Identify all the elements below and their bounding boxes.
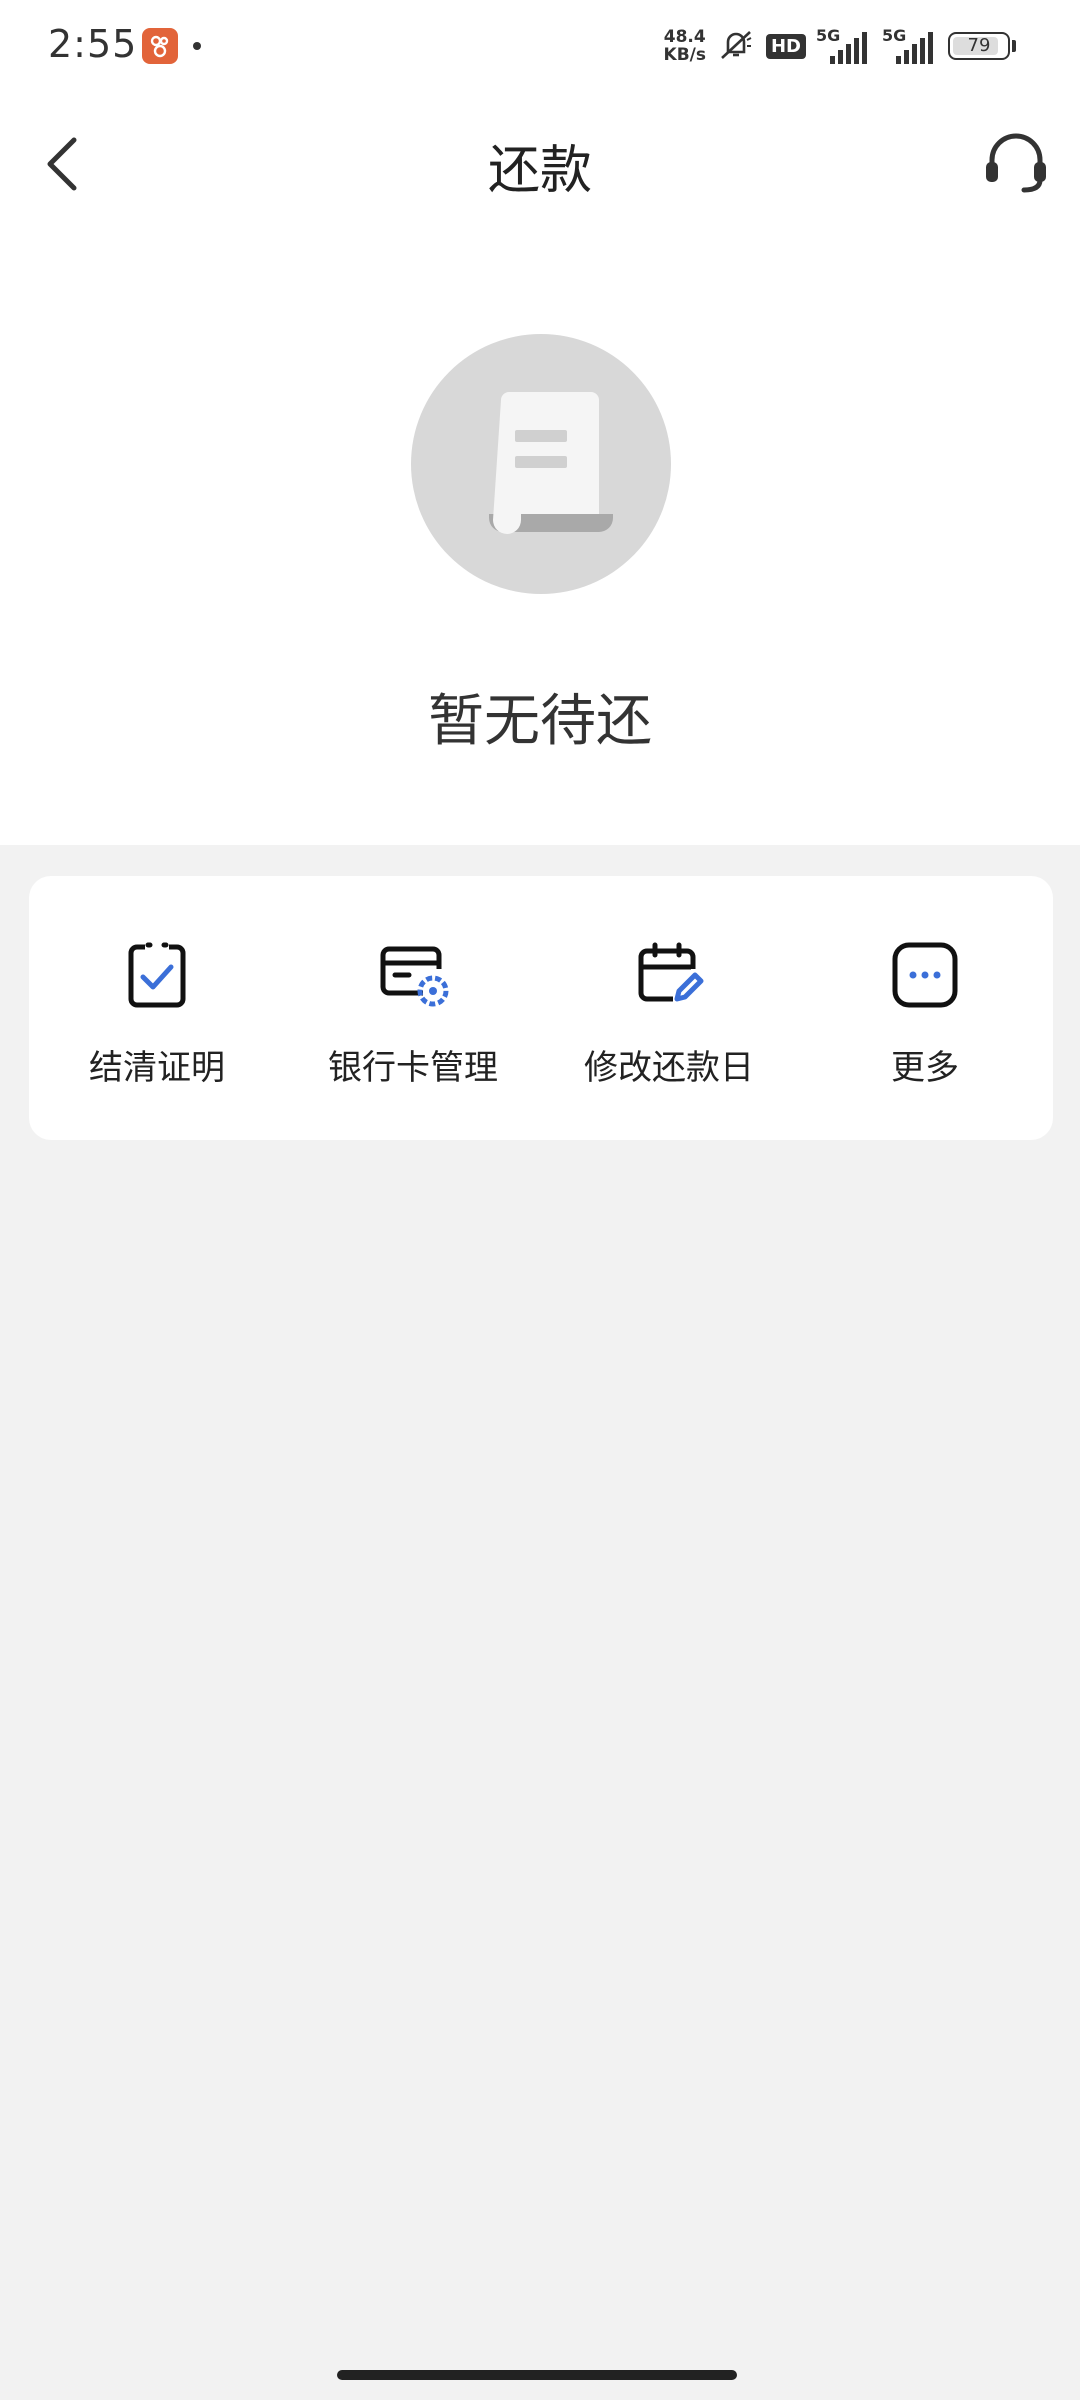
calendar-edit-icon [638, 942, 704, 1002]
mute-icon [716, 24, 756, 68]
status-dot [193, 42, 201, 50]
card-settings-icon [380, 946, 449, 1007]
net-speed-unit: KB/s [663, 45, 706, 65]
headset-icon [986, 133, 1046, 193]
clipboard-check-icon [128, 942, 186, 1008]
battery-tip [1012, 40, 1016, 52]
hd-badge: HD [765, 33, 806, 59]
home-indicator[interactable] [337, 2370, 737, 2380]
settlement-certificate-button[interactable]: 结清证明 [29, 876, 285, 1140]
action-label: 更多 [891, 1048, 959, 1088]
net-speed-value: 48.4 [663, 27, 706, 47]
action-label: 结清证明 [89, 1048, 225, 1088]
change-repayment-date-button[interactable]: 修改还款日 [541, 876, 797, 1140]
action-label: 银行卡管理 [328, 1048, 498, 1088]
status-bar: 2:55 48.4 KB/s HD 5G 5G 79 [0, 0, 1080, 96]
repayment-screen: 2:55 48.4 KB/s HD 5G 5G 79 还款 暂无待还 结清证明 … [0, 0, 1080, 2400]
empty-state-text: 暂无待还 [428, 689, 652, 754]
quick-actions-card: 结清证明 银行卡管理 修改还款日 更多 [29, 876, 1053, 1140]
document-icon [489, 392, 613, 534]
status-indicators: 48.4 KB/s HD 5G 5G 79 [664, 24, 1016, 68]
empty-state: 暂无待还 [0, 228, 1080, 845]
empty-illustration [411, 334, 671, 594]
battery-icon: 79 [948, 32, 1010, 60]
header: 还款 [0, 96, 1080, 228]
status-time: 2:55 [48, 22, 138, 66]
signal-icon: 5G [816, 26, 872, 66]
action-label: 修改还款日 [584, 1048, 754, 1088]
app-notification-icon [142, 28, 178, 64]
more-button[interactable]: 更多 [797, 876, 1053, 1140]
signal-icon: 5G [882, 26, 938, 66]
bank-card-management-button[interactable]: 银行卡管理 [285, 876, 541, 1140]
customer-service-button[interactable] [978, 124, 1054, 200]
more-icon [892, 942, 958, 1008]
page-title: 还款 [487, 141, 592, 201]
net-speed: 48.4 KB/s [664, 28, 706, 64]
battery-level: 79 [967, 35, 991, 56]
